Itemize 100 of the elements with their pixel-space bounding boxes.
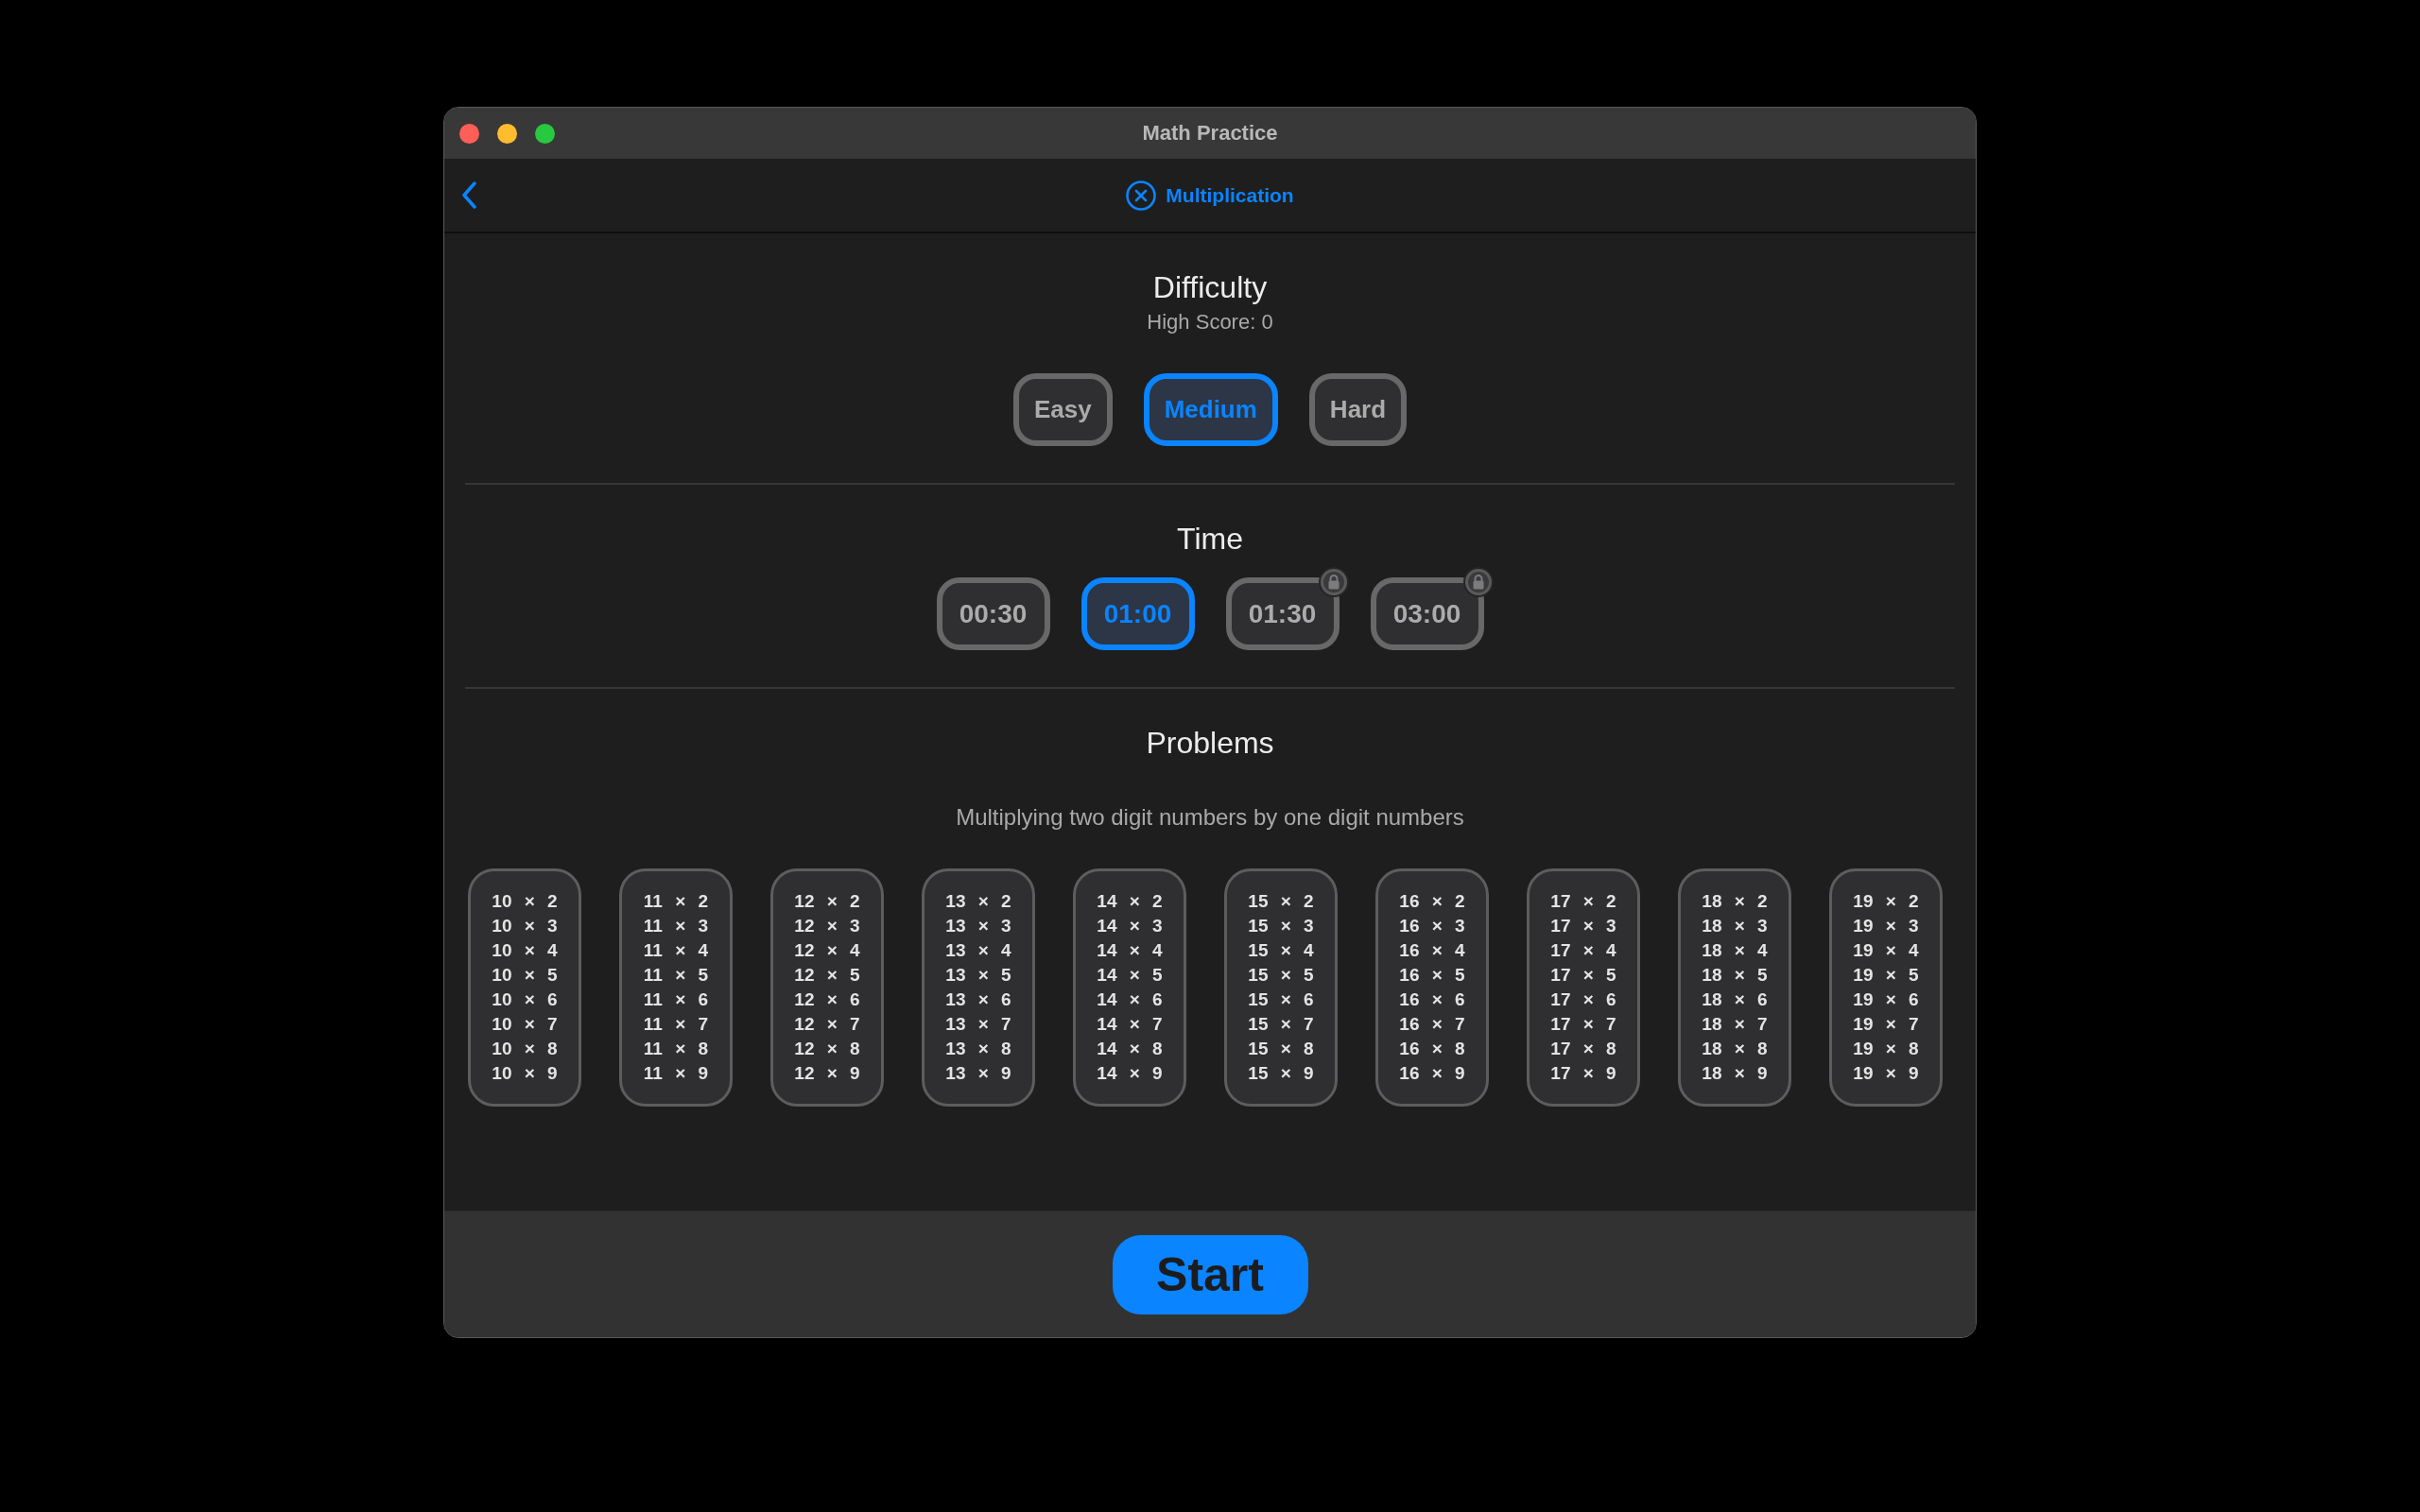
problem-text: 19 × 8 <box>1853 1038 1919 1060</box>
problem-text: 14 × 2 <box>1097 890 1163 913</box>
problem-text: 14 × 3 <box>1097 915 1163 937</box>
problem-text: 13 × 8 <box>945 1038 1011 1060</box>
problem-text: 15 × 2 <box>1248 890 1314 913</box>
problem-text: 11 × 9 <box>643 1062 709 1085</box>
problem-text: 14 × 5 <box>1097 964 1163 987</box>
high-score-text: High Score: 0 <box>1147 310 1273 335</box>
problem-text: 19 × 7 <box>1853 1013 1919 1036</box>
start-button[interactable]: Start <box>1112 1234 1308 1314</box>
problem-text: 13 × 9 <box>945 1062 1011 1085</box>
problem-text: 11 × 3 <box>643 915 709 937</box>
problem-text: 16 × 8 <box>1399 1038 1465 1060</box>
problem-text: 10 × 4 <box>492 939 558 962</box>
time-button[interactable]: 01:30 <box>1225 577 1340 650</box>
problem-text: 18 × 6 <box>1702 988 1768 1011</box>
problem-text: 11 × 7 <box>643 1013 709 1036</box>
problem-text: 14 × 7 <box>1097 1013 1163 1036</box>
difficulty-button[interactable]: Easy <box>1012 373 1113 446</box>
time-button[interactable]: 01:00 <box>1080 577 1195 650</box>
problem-text: 10 × 6 <box>492 988 558 1011</box>
problem-text: 14 × 6 <box>1097 988 1163 1011</box>
problem-text: 10 × 2 <box>492 890 558 913</box>
problem-text: 11 × 6 <box>643 988 709 1011</box>
problem-text: 13 × 5 <box>945 964 1011 987</box>
problem-text: 13 × 7 <box>945 1013 1011 1036</box>
section-title: Difficulty <box>1152 269 1268 305</box>
back-button[interactable] <box>459 180 479 211</box>
problem-text: 12 × 3 <box>794 915 860 937</box>
problem-text: 14 × 4 <box>1097 939 1163 962</box>
problem-text: 18 × 5 <box>1702 964 1768 987</box>
problem-text: 11 × 2 <box>643 890 709 913</box>
problem-text: 17 × 4 <box>1550 939 1616 962</box>
problem-text: 11 × 8 <box>643 1038 709 1060</box>
problem-text: 12 × 6 <box>794 988 860 1011</box>
problem-text: 16 × 2 <box>1399 890 1465 913</box>
problem-text: 16 × 3 <box>1399 915 1465 937</box>
section-title: Problems <box>1146 725 1274 761</box>
x-circle-icon <box>1126 180 1157 211</box>
zoom-button[interactable] <box>535 123 555 144</box>
problem-text: 11 × 4 <box>643 939 709 962</box>
chevron-left-icon <box>461 181 477 209</box>
time-button[interactable]: 00:30 <box>936 577 1050 650</box>
problem-text: 19 × 4 <box>1853 939 1919 962</box>
problem-text: 16 × 7 <box>1399 1013 1465 1036</box>
problem-text: 19 × 6 <box>1853 988 1919 1011</box>
problem-text: 18 × 3 <box>1702 915 1768 937</box>
problem-text: 16 × 5 <box>1399 964 1465 987</box>
problems-description: Multiplying two digit numbers by one digit numbers <box>956 803 1464 832</box>
problem-text: 15 × 8 <box>1248 1038 1314 1060</box>
problem-text: 10 × 5 <box>492 964 558 987</box>
problem-text: 15 × 4 <box>1248 939 1314 962</box>
problem-text: 18 × 9 <box>1702 1062 1768 1085</box>
problem-text: 18 × 2 <box>1702 890 1768 913</box>
problem-text: 19 × 5 <box>1853 964 1919 987</box>
problem-text: 10 × 7 <box>492 1013 558 1036</box>
problem-text: 12 × 2 <box>794 890 860 913</box>
problem-text: 15 × 3 <box>1248 915 1314 937</box>
time-button[interactable]: 03:00 <box>1370 577 1484 650</box>
problem-text: 10 × 9 <box>492 1062 558 1085</box>
problem-text: 12 × 9 <box>794 1062 860 1085</box>
problem-text: 16 × 6 <box>1399 988 1465 1011</box>
problem-text: 12 × 7 <box>794 1013 860 1036</box>
problem-text: 14 × 8 <box>1097 1038 1163 1060</box>
problem-text: 18 × 8 <box>1702 1038 1768 1060</box>
problem-text: 17 × 9 <box>1550 1062 1616 1085</box>
problem-text: 15 × 6 <box>1248 988 1314 1011</box>
problem-text: 14 × 9 <box>1097 1062 1163 1085</box>
problem-text: 11 × 5 <box>643 964 709 987</box>
close-button[interactable] <box>459 123 479 144</box>
minimize-button[interactable] <box>497 123 517 144</box>
problem-text: 17 × 2 <box>1550 890 1616 913</box>
window-title: Math Practice <box>1142 121 1278 146</box>
problem-text: 13 × 3 <box>945 915 1011 937</box>
problem-text: 15 × 9 <box>1248 1062 1314 1085</box>
problem-text: 18 × 4 <box>1702 939 1768 962</box>
section-title: Time <box>1177 521 1243 557</box>
problem-text: 17 × 5 <box>1550 964 1616 987</box>
problem-text: 12 × 4 <box>794 939 860 962</box>
problem-text: 15 × 7 <box>1248 1013 1314 1036</box>
problem-text: 13 × 2 <box>945 890 1011 913</box>
problem-text: 13 × 6 <box>945 988 1011 1011</box>
problem-text: 17 × 7 <box>1550 1013 1616 1036</box>
problem-text: 18 × 7 <box>1702 1013 1768 1036</box>
problem-text: 10 × 8 <box>492 1038 558 1060</box>
topic-title-button[interactable]: Multiplication <box>1126 180 1294 211</box>
problem-text: 17 × 6 <box>1550 988 1616 1011</box>
problem-text: 19 × 2 <box>1853 890 1919 913</box>
problem-text: 12 × 8 <box>794 1038 860 1060</box>
problem-text: 19 × 3 <box>1853 915 1919 937</box>
difficulty-button[interactable]: Hard <box>1308 373 1408 446</box>
problem-text: 19 × 9 <box>1853 1062 1919 1085</box>
problem-text: 10 × 3 <box>492 915 558 937</box>
problem-text: 16 × 9 <box>1399 1062 1465 1085</box>
problem-text: 17 × 3 <box>1550 915 1616 937</box>
difficulty-button[interactable]: Medium <box>1143 373 1278 446</box>
problem-text: 12 × 5 <box>794 964 860 987</box>
problem-text: 17 × 8 <box>1550 1038 1616 1060</box>
problem-text: 15 × 5 <box>1248 964 1314 987</box>
problem-text: 16 × 4 <box>1399 939 1465 962</box>
